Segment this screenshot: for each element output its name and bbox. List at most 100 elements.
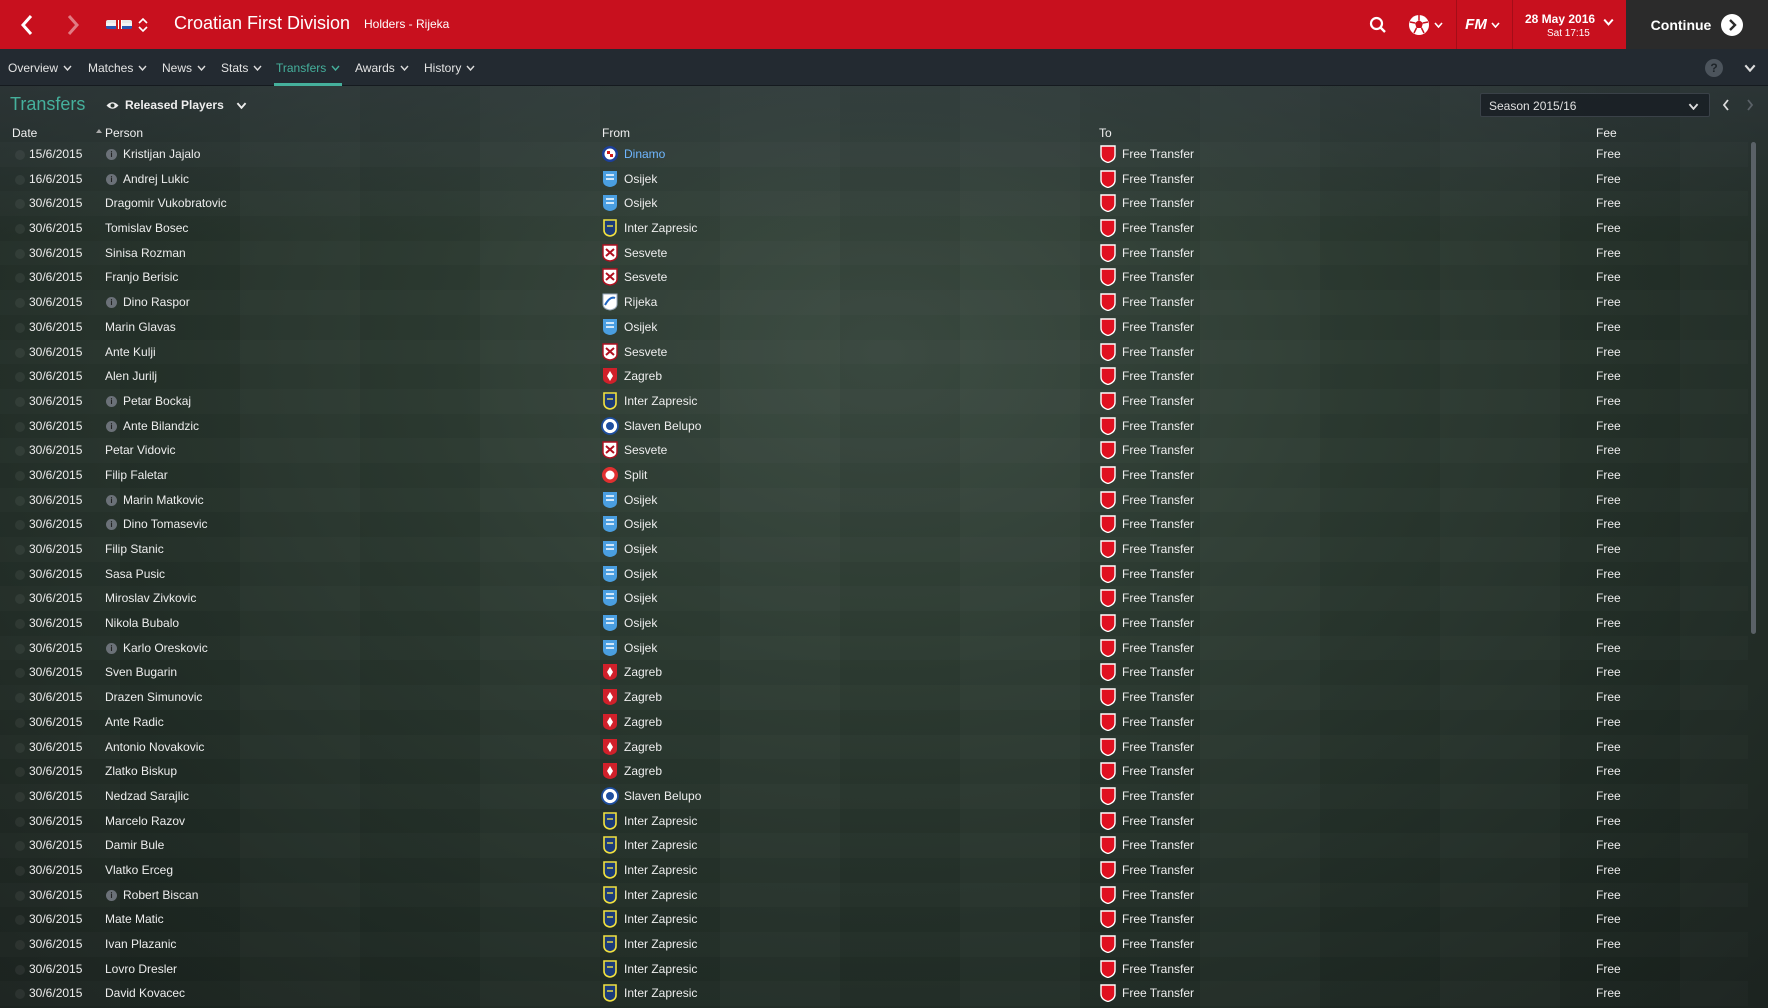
row-selector[interactable] [15,298,25,309]
row-person-link[interactable]: Vlatko Erceg [105,863,173,877]
row-selector[interactable] [15,174,25,185]
row-from-club-link[interactable]: Zagreb [624,715,662,729]
row-from-club-link[interactable]: Osijek [624,517,657,531]
row-from-club-link[interactable]: Osijek [624,196,657,210]
row-person-link[interactable]: Sven Bugarin [105,665,177,679]
row-selector[interactable] [15,421,25,432]
continue-button[interactable]: Continue [1626,0,1768,49]
row-from-club-link[interactable]: Osijek [624,567,657,581]
row-person-link[interactable]: Nedzad Sarajlic [105,789,189,803]
row-selector[interactable] [15,841,25,852]
row-person-link[interactable]: Lovro Dresler [105,962,177,976]
row-from-club-link[interactable]: Inter Zapresic [624,221,697,235]
row-selector[interactable] [15,396,25,407]
row-from-club-link[interactable]: Osijek [624,591,657,605]
table-row[interactable]: 30/6/2015 Marin Glavas Osijek Free Transfer… [0,315,1748,340]
row-person-link[interactable]: Dino Raspor [123,295,190,309]
help-button[interactable]: ? [1705,59,1723,77]
back-button[interactable] [4,0,50,49]
table-row[interactable]: 30/6/2015 Petar Vidovic Sesvete Free Transf… [0,438,1748,463]
row-selector[interactable] [15,940,25,950]
table-row[interactable]: 30/6/2015 Damir Bule Inter Zapresic Free Tr… [0,833,1748,858]
table-row[interactable]: 30/6/2015 Alen Jurilj Zagreb Free Transfer F… [0,364,1748,389]
row-selector[interactable] [15,372,25,383]
table-row[interactable]: 30/6/2015 Franjo Berisic Sesvete Free Trans… [0,265,1748,290]
table-row[interactable]: 30/6/2015 Mate Matic Inter Zapresic Free Tr… [0,907,1748,932]
header-from[interactable]: From [602,126,630,140]
view-selector[interactable]: Released Players [106,98,247,112]
row-from-club-link[interactable]: Zagreb [624,740,662,754]
info-icon[interactable]: i [106,642,117,654]
row-selector[interactable] [15,964,25,975]
row-selector[interactable] [15,199,25,210]
info-icon[interactable]: i [106,149,117,160]
row-person-link[interactable]: Marcelo Razov [105,814,185,828]
row-selector[interactable] [15,915,25,926]
row-selector[interactable] [15,668,25,679]
table-row[interactable]: 30/6/2015 Zlatko Biskup Zagreb Free Transfe… [0,759,1748,784]
row-person-link[interactable]: Ivan Plazanic [105,937,176,951]
row-person-link[interactable]: Damir Bule [105,838,164,852]
row-selector[interactable] [15,693,25,704]
row-person-link[interactable]: Ante Bilandzic [123,419,199,433]
row-selector[interactable] [15,619,25,630]
row-from-club-link[interactable]: Inter Zapresic [624,937,697,951]
row-person-link[interactable]: David Kovacec [105,986,185,1000]
row-from-club-link[interactable]: Osijek [624,616,657,630]
table-row[interactable]: 30/6/2015 Sasa Pusic Osijek Free Transfer Fr… [0,562,1748,587]
row-from-club-link[interactable]: Sesvete [624,443,667,457]
row-selector[interactable] [15,322,25,333]
row-person-link[interactable]: Filip Faletar [105,468,168,482]
next-season-button[interactable] [1738,93,1762,117]
table-row[interactable]: 30/6/2015 i Dino Raspor Rijeka Free Transfer… [0,290,1748,315]
row-selector[interactable] [15,446,25,457]
table-row[interactable]: 30/6/2015 Ivan Plazanic Inter Zapresic Free… [0,932,1748,957]
row-from-club-link[interactable]: Zagreb [624,665,662,679]
table-row[interactable]: 30/6/2015 Ante Radic Zagreb Free Transfer Fr… [0,710,1748,735]
row-person-link[interactable]: Ante Kulji [105,345,156,359]
row-person-link[interactable]: Alen Jurilj [105,369,157,383]
row-selector[interactable] [15,742,25,753]
world-menu-button[interactable] [1400,0,1450,49]
row-person-link[interactable]: Sasa Pusic [105,567,165,581]
row-person-link[interactable]: Sinisa Rozman [105,246,186,260]
search-button[interactable] [1362,0,1394,49]
row-selector[interactable] [15,495,25,506]
menu-awards[interactable]: Awards [355,49,409,86]
row-from-club-link[interactable]: Split [624,468,647,482]
info-icon[interactable]: i [106,173,117,185]
row-from-club-link[interactable]: Inter Zapresic [624,394,697,408]
row-person-link[interactable]: Drazen Simunovic [105,690,202,704]
row-from-club-link[interactable]: Inter Zapresic [624,986,697,1000]
row-person-link[interactable]: Tomislav Bosec [105,221,188,235]
header-fee[interactable]: Fee [1596,126,1617,140]
row-person-link[interactable]: Ante Radic [105,715,164,729]
row-person-link[interactable]: Marin Glavas [105,320,176,334]
table-row[interactable]: 30/6/2015 i Robert Biscan Inter Zapresic Fre… [0,883,1748,908]
header-person[interactable]: Person [105,126,143,140]
row-person-link[interactable]: Petar Bockaj [123,394,191,408]
table-row[interactable]: 30/6/2015 Tomislav Bosec Inter Zapresic Fre… [0,216,1748,241]
row-person-link[interactable]: Petar Vidovic [105,443,175,457]
menu-history[interactable]: History [424,49,475,86]
table-row[interactable]: 30/6/2015 Sinisa Rozman Sesvete Free Transf… [0,241,1748,266]
row-person-link[interactable]: Robert Biscan [123,888,198,902]
table-row[interactable]: 30/6/2015 Nikola Bubalo Osijek Free Transfe… [0,611,1748,636]
row-person-link[interactable]: Dragomir Vukobratovic [105,196,227,210]
menu-news[interactable]: News [162,49,206,86]
row-from-club-link[interactable]: Osijek [624,320,657,334]
row-selector[interactable] [15,347,25,358]
row-from-club-link[interactable]: Dinamo [624,147,665,161]
row-from-club-link[interactable]: Osijek [624,641,657,655]
row-from-club-link[interactable]: Inter Zapresic [624,888,697,902]
row-from-club-link[interactable]: Osijek [624,493,657,507]
table-row[interactable]: 30/6/2015 Filip Faletar Split Free Transfer… [0,463,1748,488]
table-row[interactable]: 30/6/2015 Miroslav Zivkovic Osijek Free Tra… [0,586,1748,611]
row-from-club-link[interactable]: Osijek [624,172,657,186]
info-icon[interactable]: i [106,889,117,901]
table-row[interactable]: 30/6/2015 Lovro Dresler Inter Zapresic Free… [0,957,1748,982]
row-selector[interactable] [15,865,25,876]
header-date[interactable]: Date [12,126,37,140]
row-selector[interactable] [15,643,25,654]
row-selector[interactable] [15,545,25,555]
